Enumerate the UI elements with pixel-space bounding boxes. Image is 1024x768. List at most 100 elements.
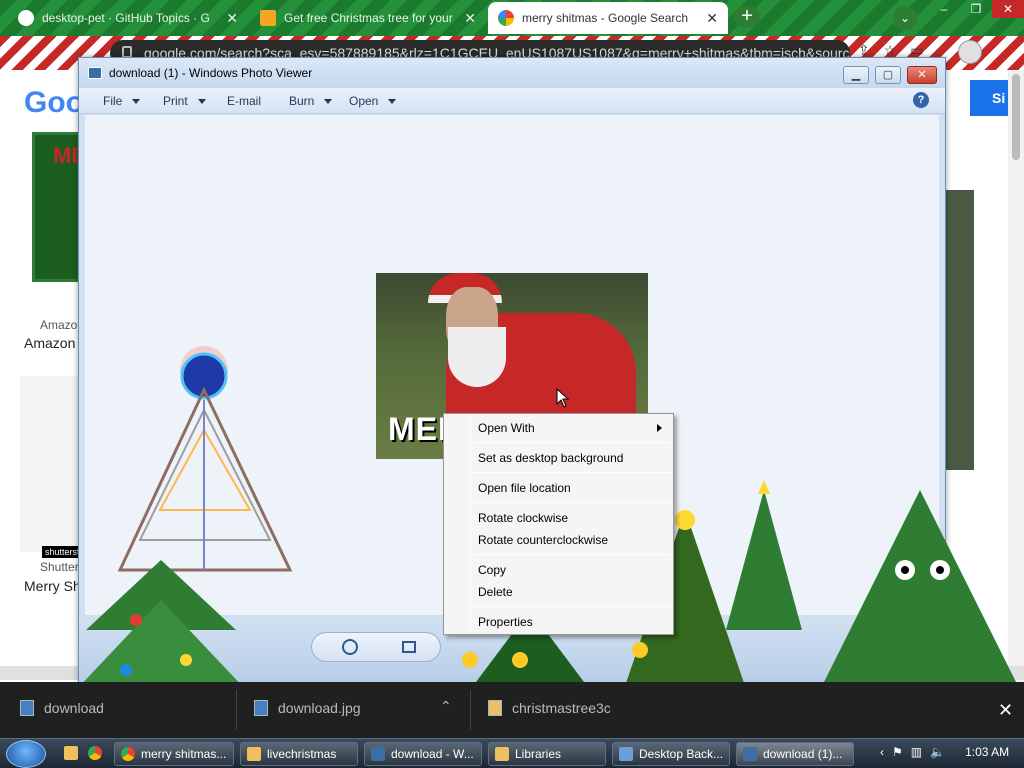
close-tab-icon[interactable]: ✕ [706,10,718,27]
menu-item-label: Open With [478,421,535,435]
menu-item-open-file-location[interactable]: Open file location [446,478,672,498]
result-source[interactable]: Shutter [40,560,79,574]
browser-tab-strip: desktop-pet · GitHub Topics · G ✕ Get fr… [0,0,1024,36]
menu-email[interactable]: E-mail [227,94,261,108]
result-thumbnail[interactable]: ME [32,132,86,282]
close-tab-icon[interactable]: ✕ [226,10,238,27]
menu-item-label: Properties [478,615,533,629]
maximize-button[interactable]: ❐ [960,0,992,18]
sign-in-button[interactable]: Si [970,80,1010,116]
clock[interactable]: 1:03 AM [965,745,1009,759]
download-item[interactable]: download.jpg [254,700,361,716]
taskbar-button-libraries[interactable]: Libraries [488,742,606,766]
download-divider [470,690,471,730]
chrome-icon [121,747,135,761]
tab-christmas-tree[interactable]: Get free Christmas tree for your ✕ [250,2,486,34]
windows-taskbar: merry shitmas... livechristmas download … [0,738,1024,768]
show-hidden-icons-icon[interactable]: ‹ [880,745,884,759]
close-window-button[interactable]: ✕ [992,0,1024,18]
taskbar-button-desktop-background[interactable]: Desktop Back... [612,742,730,766]
tab-title: Get free Christmas tree for your [284,11,453,25]
photo-viewer-icon [743,747,757,761]
menu-item-rotate-clockwise[interactable]: Rotate clockwise [446,508,672,528]
network-icon[interactable]: ▥ [911,745,922,759]
result-title[interactable]: Merry Sh [24,578,81,594]
gift-icon [260,10,276,26]
result-source[interactable]: Amazo [40,318,77,332]
tab-title: desktop-pet · GitHub Topics · G [42,11,210,25]
zoom-icon[interactable] [342,639,358,655]
close-tab-icon[interactable]: ✕ [464,10,476,27]
menu-print[interactable]: Print [163,94,206,108]
download-item[interactable]: download [20,700,104,716]
volume-icon[interactable]: 🔈 [930,745,945,759]
taskbar-button-livechristmas[interactable]: livechristmas [240,742,358,766]
menu-item-properties[interactable]: Properties [446,612,672,632]
menu-open[interactable]: Open [349,94,397,108]
tab-google-search[interactable]: merry shitmas - Google Search ✕ [488,2,728,34]
menu-file[interactable]: File [103,94,141,108]
mouse-cursor-icon [556,388,570,408]
actual-size-icon[interactable] [402,641,416,653]
chevron-up-icon[interactable]: ⌃ [440,698,452,715]
context-menu: Open With Set as desktop background Open… [443,413,674,635]
small-christmas-tree[interactable] [724,480,804,640]
google-logo[interactable]: Goo [24,86,84,120]
result-thumbnail[interactable] [946,190,974,470]
download-filename: download.jpg [278,700,361,716]
menu-item-label: Rotate clockwise [478,511,569,525]
taskbar-button-label: merry shitmas... [141,747,227,761]
file-icon [254,700,268,716]
taskbar-button-chrome[interactable]: merry shitmas... [114,742,234,766]
tab-github[interactable]: desktop-pet · GitHub Topics · G ✕ [8,2,248,34]
new-tab-button[interactable]: + [734,6,760,28]
download-divider [236,690,237,730]
result-thumbnail[interactable]: shutterst [20,376,83,558]
menu-burn[interactable]: Burn [289,94,333,108]
menu-item-set-desktop-background[interactable]: Set as desktop background [446,448,672,468]
photo-viewer-menubar: File Print E-mail Burn Open ? [79,88,945,114]
photo-viewer-icon [371,747,385,761]
menu-item-rotate-counterclockwise[interactable]: Rotate counterclockwise [446,530,672,550]
photo-viewer-titlebar[interactable]: download (1) - Windows Photo Viewer ▁ ▢ … [79,58,945,88]
menu-item-label: Rotate counterclockwise [478,533,609,547]
quicklaunch-chrome[interactable] [86,742,106,766]
menu-item-copy[interactable]: Copy [446,560,672,580]
menu-item-open-with[interactable]: Open With [446,418,672,438]
google-icon [498,10,514,26]
github-icon [18,10,34,26]
folder-icon [247,747,261,761]
minimize-button[interactable]: ▁ [843,66,869,84]
zoom-control-group [311,632,441,662]
submenu-arrow-icon [657,424,662,432]
start-button[interactable] [6,740,46,768]
help-icon[interactable]: ? [913,92,929,108]
menu-label: E-mail [227,94,262,108]
system-tray: ‹ ⚑ ▥ 🔈 1:03 AM [880,745,1009,759]
tab-search-button[interactable]: ⌄ [893,6,917,30]
menu-separator [474,502,670,503]
action-center-icon[interactable]: ⚑ [892,745,903,759]
taskbar-button-download-viewer[interactable]: download - W... [364,742,482,766]
minimize-button[interactable]: – [928,0,960,18]
maximize-button[interactable]: ▢ [875,66,901,84]
menu-separator [474,554,670,555]
control-panel-icon [619,747,633,761]
profile-avatar[interactable] [958,40,982,64]
menu-item-delete[interactable]: Delete [446,582,672,602]
download-item[interactable]: christmastree3c [488,700,611,716]
close-download-bar-icon[interactable]: ✕ [998,700,1013,721]
taskbar-button-label: Libraries [515,747,562,761]
download-filename: christmastree3c [512,700,611,716]
taskbar-button-label: Desktop Back... [639,747,724,761]
quicklaunch-explorer[interactable] [62,742,82,766]
taskbar-button-download-1[interactable]: download (1)... [736,742,854,766]
scrollbar-thumb[interactable] [1012,74,1020,160]
download-filename: download [44,700,104,716]
menu-item-label: Delete [478,585,513,599]
taskbar-button-label: livechristmas [267,747,337,761]
menu-separator [474,442,670,443]
result-title[interactable]: Amazon [24,335,75,351]
close-button[interactable]: ✕ [907,66,937,84]
thumbnail-text: ME [53,143,86,168]
